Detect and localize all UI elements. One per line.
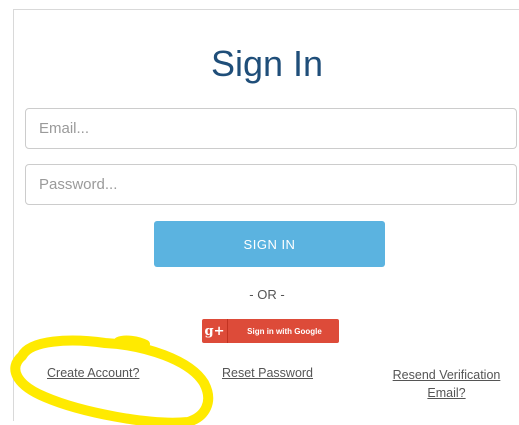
create-account-link[interactable]: Create Account? [47, 366, 139, 380]
page-title: Sign In [210, 43, 324, 84]
google-sign-in-button[interactable]: g+ Sign in with Google [202, 319, 339, 343]
signin-card: Sign In SIGN IN - OR - g+ Sign in with G… [13, 9, 519, 421]
password-field[interactable] [25, 164, 517, 205]
google-sign-in-label: Sign in with Google [247, 326, 322, 336]
email-field[interactable] [25, 108, 517, 149]
google-plus-icon: g+ [202, 319, 228, 343]
sign-in-button[interactable]: SIGN IN [154, 221, 385, 267]
or-separator: - OR - [249, 287, 285, 302]
reset-password-link[interactable]: Reset Password [222, 366, 313, 380]
resend-verification-link[interactable]: Resend Verification Email? [384, 366, 509, 402]
